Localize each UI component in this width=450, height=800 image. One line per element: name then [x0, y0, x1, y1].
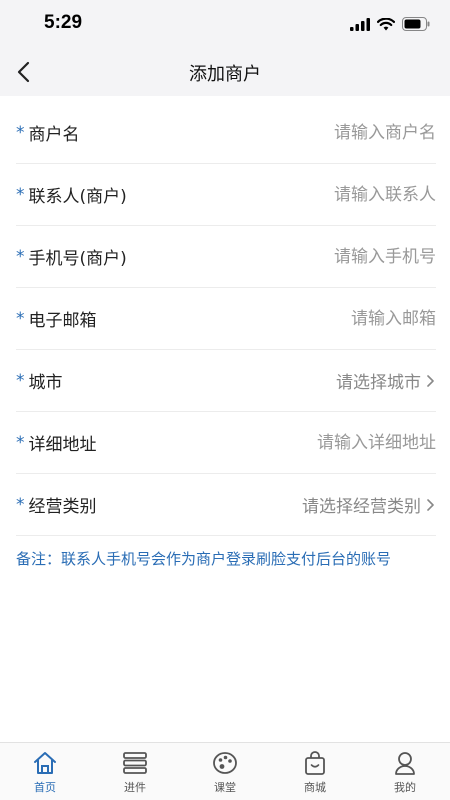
status-bar: 5:29	[0, 0, 450, 48]
category-select[interactable]: 请选择经营类别	[302, 492, 436, 517]
field-label: * 电子邮箱	[16, 306, 97, 332]
tab-apply[interactable]: 进件	[90, 743, 180, 800]
merchant-name-label: 商户名	[28, 125, 80, 145]
city-select[interactable]: 请选择城市	[336, 368, 436, 393]
merchant-name-input[interactable]	[236, 122, 436, 143]
tab-label: 进件	[124, 781, 146, 794]
battery-icon	[402, 17, 430, 31]
city-label: 城市	[28, 373, 63, 393]
email-label: 电子邮箱	[28, 311, 97, 331]
phone-input[interactable]	[236, 246, 436, 267]
tab-home[interactable]: 首页	[0, 743, 90, 800]
form-row-phone: * 手机号(商户)	[16, 226, 436, 288]
category-label: 经营类别	[28, 497, 97, 517]
tab-label: 首页	[34, 781, 56, 794]
list-icon	[123, 752, 147, 774]
required-mark: *	[16, 184, 25, 205]
tab-bar: 首页 进件 课堂 商城 我的	[0, 742, 450, 800]
address-label: 详细地址	[28, 435, 97, 455]
page-title: 添加商户	[189, 64, 261, 85]
field-label: * 城市	[16, 368, 63, 394]
tab-label: 商城	[304, 781, 326, 794]
form-row-category[interactable]: * 经营类别 请选择经营类别	[16, 474, 436, 536]
form-row-merchant-name: * 商户名	[16, 102, 436, 164]
status-time: 5:29	[44, 12, 83, 33]
field-label: * 商户名	[16, 120, 80, 146]
tab-mine[interactable]: 我的	[360, 743, 450, 800]
field-label: * 联系人(商户)	[16, 182, 127, 208]
form-row-email: * 电子邮箱	[16, 288, 436, 350]
tab-label: 课堂	[214, 781, 236, 794]
contact-input[interactable]	[236, 184, 436, 205]
palette-icon	[213, 752, 237, 774]
required-mark: *	[16, 370, 25, 391]
shopping-bag-icon	[305, 751, 325, 775]
merchant-form: * 商户名 * 联系人(商户) * 手机号(商户) * 电子邮箱 * 城市 请选…	[16, 102, 436, 536]
required-mark: *	[16, 432, 25, 453]
wifi-icon	[377, 17, 395, 30]
email-input[interactable]	[236, 308, 436, 329]
status-icons	[350, 15, 430, 33]
phone-label: 手机号(商户)	[28, 249, 127, 269]
nav-bar: 添加商户	[0, 48, 450, 96]
form-row-contact: * 联系人(商户)	[16, 164, 436, 226]
chevron-right-icon	[427, 498, 434, 511]
tab-label: 我的	[394, 781, 416, 794]
user-icon	[395, 752, 415, 775]
chevron-right-icon	[427, 374, 434, 387]
tab-mall[interactable]: 商城	[270, 743, 360, 800]
required-mark: *	[16, 246, 25, 267]
required-mark: *	[16, 494, 25, 515]
tab-classroom[interactable]: 课堂	[180, 743, 270, 800]
home-icon	[34, 752, 56, 774]
form-row-address: * 详细地址	[16, 412, 436, 474]
account-note: 备注：联系人手机号会作为商户登录刷脸支付后台的账号	[16, 550, 392, 568]
required-mark: *	[16, 308, 25, 329]
field-label: * 经营类别	[16, 492, 97, 518]
address-input[interactable]	[236, 432, 436, 453]
required-mark: *	[16, 122, 25, 143]
city-select-text: 请选择城市	[336, 373, 421, 393]
field-label: * 详细地址	[16, 430, 97, 456]
signal-icon	[350, 17, 370, 31]
category-select-text: 请选择经营类别	[302, 497, 421, 517]
contact-label: 联系人(商户)	[28, 187, 127, 207]
form-row-city[interactable]: * 城市 请选择城市	[16, 350, 436, 412]
field-label: * 手机号(商户)	[16, 244, 127, 270]
